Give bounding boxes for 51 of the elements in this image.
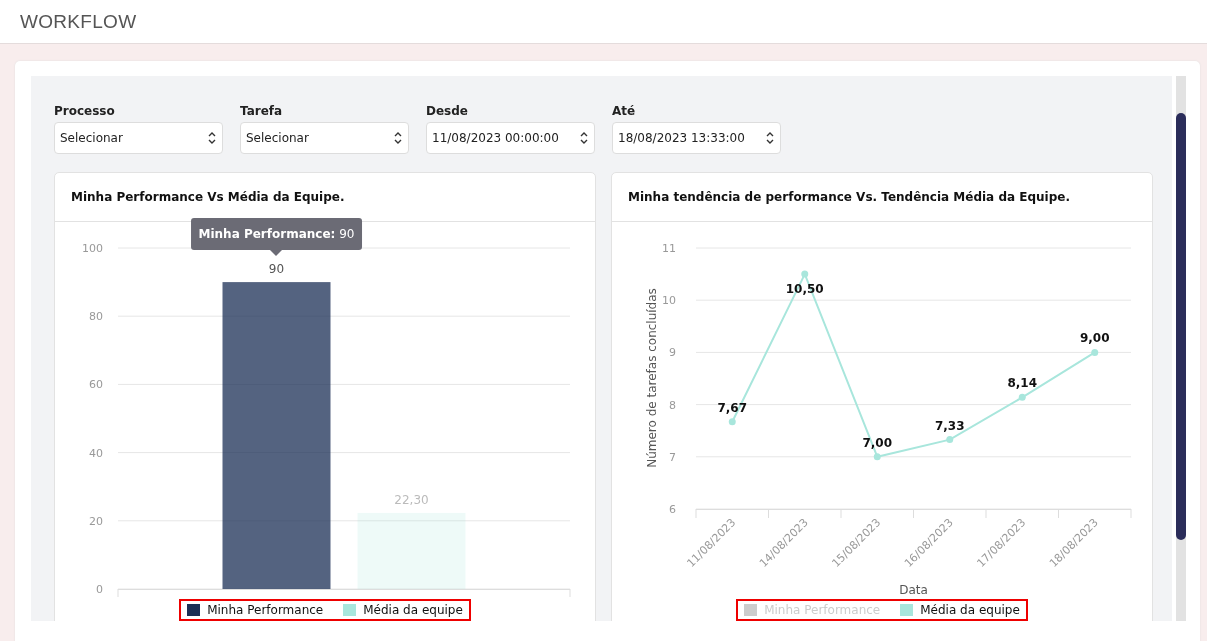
scrollbar-thumb[interactable] — [1176, 113, 1186, 540]
axis-tick-label: 20 — [89, 514, 103, 528]
scrollbar[interactable] — [1176, 76, 1186, 621]
axis-tick-label: 10 — [662, 294, 676, 308]
axis-tick-label: 9 — [669, 346, 676, 360]
data-point[interactable] — [873, 453, 881, 461]
value-label: 22,30 — [394, 492, 429, 507]
data-point[interactable] — [801, 270, 809, 278]
legend-item[interactable]: Minha Performance — [187, 603, 324, 617]
axis-tick-label: 100 — [82, 242, 103, 255]
data-point[interactable] — [946, 436, 954, 444]
value-label: 7,67 — [717, 400, 748, 415]
data-point[interactable] — [1018, 393, 1026, 401]
chart-title: Minha Performance Vs Média da Equipe. — [71, 190, 345, 204]
bar[interactable] — [222, 282, 331, 589]
chart-title: Minha tendência de performance Vs. Tendência Média da Equipe. — [628, 190, 1070, 204]
legend-item[interactable]: Média da equipe — [900, 603, 1020, 617]
data-point[interactable] — [1091, 348, 1099, 356]
value-label: 7,00 — [862, 435, 893, 450]
filter-label: Processo — [54, 103, 116, 119]
value-label: 9,00 — [1079, 331, 1110, 346]
axis-tick-label: 11 — [662, 242, 676, 255]
updown-chevron-icon — [394, 131, 402, 145]
tooltip: Minha Performance: 90 — [190, 218, 363, 257]
value-label: 10,50 — [785, 282, 824, 297]
y-axis-title: Número de tarefas concluídas — [645, 288, 659, 468]
updown-chevron-icon — [766, 131, 774, 145]
axis-tick-label: 60 — [89, 378, 103, 392]
axis-tick-label: 8 — [669, 398, 676, 412]
value-label: 7,33 — [934, 418, 965, 433]
bar[interactable] — [357, 512, 466, 589]
axis-tick-label: 6 — [669, 503, 676, 516]
select-field[interactable]: Selecionar — [240, 122, 409, 154]
filter-label: Desde — [426, 103, 469, 119]
select-field[interactable]: 11/08/2023 00:00:00 — [426, 122, 595, 154]
value-label: 90 — [268, 262, 285, 277]
axis-tick-label: 7 — [669, 450, 676, 464]
select-field[interactable]: 18/08/2023 13:33:00 — [612, 122, 781, 154]
value-label: 8,14 — [1007, 376, 1038, 391]
axis-tick-label: 0 — [96, 583, 103, 596]
updown-chevron-icon — [208, 131, 216, 145]
legend-item[interactable]: Média da equipe — [343, 603, 463, 617]
page-title: WORKFLOW — [20, 10, 137, 33]
filter-label: Até — [612, 103, 637, 119]
axis-tick-label: 80 — [89, 310, 103, 324]
updown-chevron-icon — [580, 131, 588, 145]
x-axis-title: Data — [899, 583, 928, 597]
filter-label: Tarefa — [240, 103, 284, 119]
data-point[interactable] — [728, 418, 736, 426]
select-field[interactable]: Selecionar — [54, 122, 223, 154]
axis-tick-label: 40 — [89, 446, 103, 460]
